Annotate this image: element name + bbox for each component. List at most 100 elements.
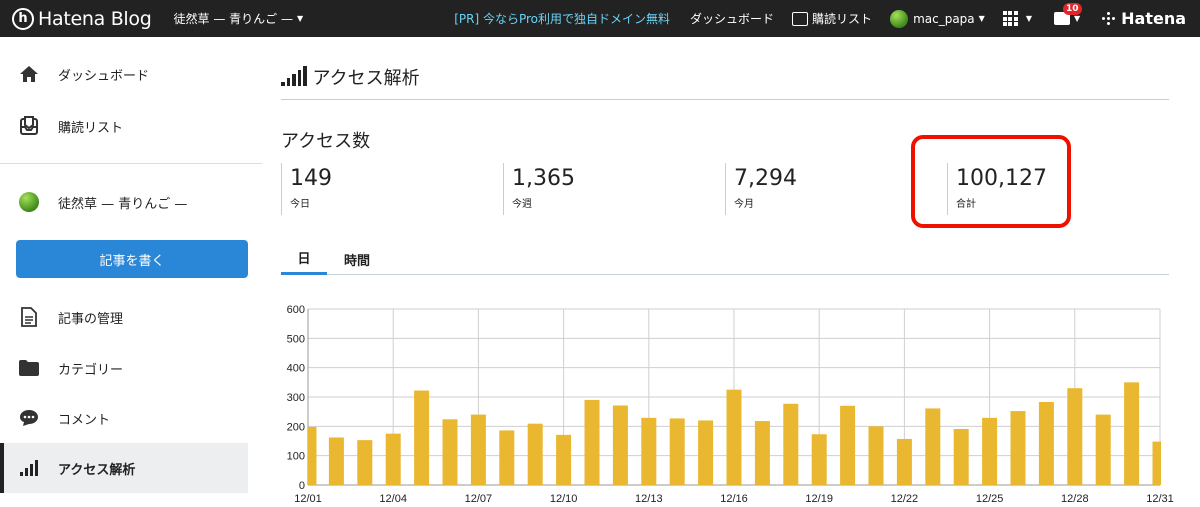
caret-down-icon: ▼ <box>296 14 304 23</box>
document-icon <box>18 306 40 328</box>
folder-icon <box>18 357 40 379</box>
tab-day[interactable]: 日 <box>281 243 327 275</box>
y-tick-label: 400 <box>287 363 305 375</box>
x-tick-label: 12/10 <box>550 493 578 505</box>
main-content: アクセス解析 アクセス数 149 今日 1,365 今週 7,294 今月 10… <box>281 37 1174 507</box>
caret-down-icon: ▼ <box>1073 14 1081 23</box>
sidebar-item-access-analysis[interactable]: アクセス解析 <box>0 443 262 493</box>
bar-12-24[interactable] <box>953 428 969 485</box>
reader-link[interactable]: 購読リスト <box>792 10 872 27</box>
bar-12-19[interactable] <box>811 434 827 485</box>
sidebar-item-manage-articles[interactable]: 記事の管理 <box>0 292 262 342</box>
stat-today: 149 今日 <box>281 163 332 215</box>
section-title: アクセス数 <box>281 131 371 152</box>
bar-12-25[interactable] <box>982 417 998 485</box>
x-tick-label: 12/04 <box>379 493 407 505</box>
dashboard-link[interactable]: ダッシュボード <box>690 10 774 27</box>
bar-12-31[interactable] <box>1152 441 1162 485</box>
user-menu[interactable]: mac_papa ▼ <box>890 9 985 28</box>
highlight-box <box>911 135 1071 228</box>
bar-12-22[interactable] <box>896 438 912 485</box>
x-tick-label: 12/13 <box>635 493 663 505</box>
tab-bar: 日 時間 <box>281 243 1169 275</box>
bar-12-18[interactable] <box>783 403 799 485</box>
y-tick-label: 500 <box>287 333 305 345</box>
bar-12-29[interactable] <box>1095 414 1111 485</box>
sidebar-item-dashboard[interactable]: ダッシュボード <box>0 49 262 99</box>
hatena-logo[interactable]: Hatena <box>1102 9 1186 28</box>
page-title: アクセス解析 <box>281 64 420 90</box>
caret-down-icon: ▼ <box>978 14 985 23</box>
bar-12-16[interactable] <box>726 389 742 485</box>
x-tick-label: 12/22 <box>891 493 919 505</box>
y-tick-label: 200 <box>287 421 305 433</box>
x-tick-label: 12/01 <box>294 493 322 505</box>
bar-12-09[interactable] <box>527 423 543 485</box>
y-tick-label: 100 <box>287 451 305 463</box>
username: mac_papa <box>913 11 975 26</box>
bar-12-04[interactable] <box>385 433 401 485</box>
stat-week: 1,365 今週 <box>503 163 575 215</box>
bar-12-01[interactable] <box>308 426 317 485</box>
sidebar-divider <box>0 163 262 164</box>
apple-icon <box>18 191 40 213</box>
blog-switcher-label: 徒然草 — 青りんご — <box>173 12 293 26</box>
bar-12-26[interactable] <box>1010 411 1026 485</box>
top-navigation-bar: h Hatena Blog 徒然草 — 青りんご — ▼ [PR] 今ならPro… <box>0 0 1200 37</box>
comment-icon <box>18 407 40 429</box>
hatena-blog-logo[interactable]: h Hatena Blog <box>12 7 152 30</box>
notifications-button[interactable]: 10 ▼ <box>1053 3 1082 25</box>
stat-month: 7,294 今月 <box>725 163 797 215</box>
bar-12-12[interactable] <box>612 405 628 485</box>
bar-12-23[interactable] <box>925 408 941 485</box>
access-bar-chart: 0 100 200 300 400 500 600 12/01 12/04 12/07 12/10 1… <box>287 304 1174 505</box>
signal-bars-icon <box>281 66 307 86</box>
sidebar-item-comments[interactable]: コメント <box>0 393 262 443</box>
bar-12-15[interactable] <box>698 420 714 485</box>
grid-icon <box>1002 11 1018 26</box>
inbox-icon <box>18 115 40 137</box>
sidebar-item-reader[interactable]: 購読リスト <box>0 101 262 151</box>
bar-12-11[interactable] <box>584 399 600 485</box>
y-tick-label: 600 <box>287 304 305 316</box>
reader-icon <box>792 11 809 26</box>
sidebar-item-label: 記事の管理 <box>58 311 124 327</box>
brand-name: Hatena Blog <box>38 7 152 30</box>
bar-12-07[interactable] <box>470 414 486 485</box>
write-article-button[interactable]: 記事を書く <box>16 240 248 278</box>
bar-12-08[interactable] <box>499 430 515 485</box>
sidebar-item-label: ダッシュボード <box>58 68 150 84</box>
y-tick-label: 300 <box>287 392 305 404</box>
home-icon <box>18 63 40 85</box>
bar-12-06[interactable] <box>442 419 458 485</box>
bar-12-28[interactable] <box>1067 388 1083 485</box>
apps-menu[interactable]: ▼ <box>1002 11 1032 26</box>
blog-switcher[interactable]: 徒然草 — 青りんご — ▼ <box>174 10 304 27</box>
tab-hour[interactable]: 時間 <box>335 243 379 275</box>
sidebar-item-categories[interactable]: カテゴリー <box>0 343 262 393</box>
x-tick-label: 12/31 <box>1146 493 1174 505</box>
bar-12-14[interactable] <box>669 418 685 485</box>
bar-12-02[interactable] <box>328 437 344 485</box>
bar-12-03[interactable] <box>357 440 373 485</box>
pr-link[interactable]: [PR] 今ならPro利用で独自ドメイン無料 <box>454 10 670 27</box>
hatena-logo-icon: h <box>12 7 34 30</box>
bar-12-21[interactable] <box>868 426 884 485</box>
bar-12-30[interactable] <box>1124 382 1140 485</box>
bar-12-20[interactable] <box>840 405 856 485</box>
avatar <box>890 9 909 28</box>
sidebar-item-blog[interactable]: 徒然草 — 青りんご — <box>0 177 262 227</box>
stat-value: 1,365 <box>512 166 575 191</box>
x-tick-label: 12/25 <box>976 493 1004 505</box>
stat-value: 7,294 <box>734 166 797 191</box>
sidebar-item-label: アクセス解析 <box>58 462 136 478</box>
sidebar-item-label: カテゴリー <box>58 362 124 378</box>
stat-label: 今日 <box>290 199 310 210</box>
bar-12-05[interactable] <box>414 390 430 485</box>
notification-badge: 10 <box>1062 3 1082 15</box>
bar-12-27[interactable] <box>1038 401 1054 485</box>
signal-bars-icon <box>18 457 40 479</box>
bar-12-13[interactable] <box>641 417 657 485</box>
bar-12-17[interactable] <box>754 421 770 485</box>
bar-12-10[interactable] <box>556 434 572 485</box>
